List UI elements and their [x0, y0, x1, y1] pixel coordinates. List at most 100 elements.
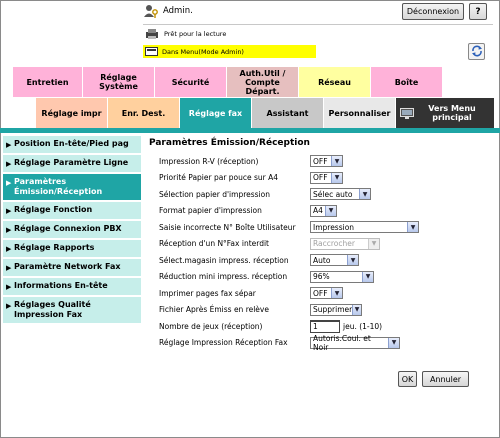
field-label: Réduction mini impress. réception — [159, 272, 288, 282]
tab-personnaliser[interactable]: Personnaliser — [324, 98, 396, 128]
sidebar-item-informations-entete[interactable]: ▶ Informations En-tête — [3, 278, 141, 297]
chevron-down-icon: ▼ — [359, 189, 370, 200]
admin-mode-icon — [145, 47, 158, 56]
refresh-icon — [471, 45, 483, 59]
nombre-jeux-input[interactable]: 1 — [310, 319, 340, 333]
printer-icon — [145, 29, 159, 39]
chevron-down-icon: ▼ — [368, 238, 379, 249]
range-hint: jeu. (1-10) — [343, 321, 383, 331]
sidebar-item-emission-reception[interactable]: ▶ Paramètres Émission/Réception — [3, 174, 141, 202]
sidebar: ▶ Position En-tête/Pied pag ▶ Réglage Pa… — [3, 136, 141, 325]
field-label: Réglage Impression Réception Fax — [159, 338, 288, 348]
field-label: Format papier d'impression — [159, 206, 262, 216]
impression-rv-select[interactable]: OFF ▼ — [310, 155, 343, 168]
select-value: OFF — [313, 288, 328, 298]
triangle-right-icon: ▶ — [6, 264, 12, 272]
main-menu-button[interactable]: Vers Menu principal — [396, 98, 495, 128]
settings-panel: Paramètres Émission/Réception Impression… — [149, 138, 494, 352]
form-row: Nombre de jeux (réception) 1 jeu. (1-10) — [149, 318, 494, 335]
category-tabs: Entretien Réglage Système Sécurité Auth.… — [13, 67, 443, 97]
admin-label: Admin. — [163, 6, 193, 16]
tab-assistant[interactable]: Assistant — [252, 98, 324, 128]
tab-auth-util[interactable]: Auth.Util / Compte Départ. — [227, 67, 299, 97]
select-value: Raccrocher — [313, 239, 355, 249]
sidebar-item-label: Réglage Connexion PBX — [14, 224, 122, 233]
tab-securite[interactable]: Sécurité — [155, 67, 227, 97]
saisie-incorrecte-select[interactable]: Impression ▼ — [310, 221, 419, 234]
sidebar-item-parametre-ligne[interactable]: ▶ Réglage Paramètre Ligne — [3, 155, 141, 174]
format-papier-select[interactable]: A4 ▼ — [310, 204, 337, 217]
logout-button[interactable]: Déconnexion — [402, 3, 464, 20]
field-label: Imprimer pages fax sépar — [159, 288, 256, 298]
sidebar-item-reglage-fonction[interactable]: ▶ Réglage Fonction — [3, 202, 141, 221]
select-value: Sélec auto — [313, 189, 353, 199]
sidebar-item-position-entete[interactable]: ▶ Position En-tête/Pied pag — [3, 136, 141, 155]
tab-underline — [0, 128, 500, 133]
tab-reseau[interactable]: Réseau — [299, 67, 371, 97]
function-tabs: Réglage impr Enr. Dest. Réglage fax Assi… — [36, 98, 495, 128]
field-label: Impression R-V (réception) — [159, 156, 259, 166]
form-actions: OK Annuler — [398, 371, 469, 387]
form-row: Sélect.magasin impress. réception Auto ▼ — [149, 252, 494, 269]
sidebar-item-label: Réglage Rapports — [14, 243, 95, 252]
tab-reglage-systeme[interactable]: Réglage Système — [83, 67, 155, 97]
chevron-down-icon: ▼ — [407, 222, 418, 233]
select-value: Impression — [313, 222, 355, 232]
cancel-button[interactable]: Annuler — [422, 371, 469, 387]
help-button[interactable]: ? — [469, 3, 487, 20]
fichier-apres-emiss-select[interactable]: Supprimer ▼ — [310, 303, 362, 316]
triangle-right-icon: ▶ — [6, 141, 12, 149]
form-row: Fichier Après Émiss en relève Supprimer … — [149, 302, 494, 319]
chevron-down-icon: ▼ — [331, 288, 342, 299]
select-value: OFF — [313, 156, 328, 166]
tab-entretien[interactable]: Entretien — [13, 67, 83, 97]
tab-reglage-fax[interactable]: Réglage fax — [180, 98, 252, 128]
header-divider — [143, 24, 493, 25]
form-row: Saisie incorrecte N° Boîte Utilisateur I… — [149, 219, 494, 236]
select-value: A4 — [313, 206, 323, 216]
tab-enr-dest[interactable]: Enr. Dest. — [108, 98, 180, 128]
triangle-right-icon: ▶ — [6, 160, 12, 168]
chevron-down-icon: ▼ — [331, 156, 342, 167]
triangle-right-icon: ▶ — [6, 245, 12, 253]
monitor-icon — [400, 107, 414, 119]
tab-reglage-impr[interactable]: Réglage impr — [36, 98, 108, 128]
chevron-down-icon: ▼ — [352, 304, 361, 315]
triangle-right-icon: ▶ — [6, 179, 12, 187]
sidebar-item-label: Position En-tête/Pied pag — [14, 139, 129, 148]
field-label: Réception d'un N°Fax interdit — [159, 239, 269, 249]
sidebar-item-label: Paramètres Émission/Réception — [14, 177, 103, 196]
form-row: Format papier d'impression A4 ▼ — [149, 203, 494, 220]
form-row: Réduction mini impress. réception 96% ▼ — [149, 269, 494, 286]
form-row: Réglage Impression Réception Fax Autoris… — [149, 334, 494, 352]
help-icon: ? — [475, 6, 481, 17]
sidebar-item-label: Réglage Paramètre Ligne — [14, 158, 129, 167]
impression-reception-select[interactable]: Autoris.Coul. et Noir ▼ — [310, 334, 400, 352]
reduction-mini-select[interactable]: 96% ▼ — [310, 270, 374, 283]
triangle-right-icon: ▶ — [6, 283, 12, 291]
sidebar-item-network-fax[interactable]: ▶ Paramètre Network Fax — [3, 259, 141, 278]
select-value: OFF — [313, 173, 328, 183]
select-value: Auto — [313, 255, 331, 265]
tab-boite[interactable]: Boîte — [371, 67, 443, 97]
select-value: Supprimer — [313, 305, 353, 315]
pages-fax-separ-select[interactable]: OFF ▼ — [310, 287, 343, 300]
sidebar-item-qualite-impression[interactable]: ▶ Réglages Qualité Impression Fax — [3, 297, 141, 325]
sidebar-item-label: Réglages Qualité Impression Fax — [14, 300, 91, 319]
triangle-right-icon: ▶ — [6, 207, 12, 215]
form-row: Sélection papier d'impression Sélec auto… — [149, 186, 494, 203]
form-row: Impression R-V (réception) OFF ▼ — [149, 153, 494, 170]
chevron-down-icon: ▼ — [331, 172, 342, 183]
form-row: Réception d'un N°Fax interdit Raccrocher… — [149, 236, 494, 253]
priorite-papier-select[interactable]: OFF ▼ — [310, 171, 343, 184]
sidebar-item-reglage-rapports[interactable]: ▶ Réglage Rapports — [3, 240, 141, 259]
sidebar-item-connexion-pbx[interactable]: ▶ Réglage Connexion PBX — [3, 221, 141, 240]
triangle-right-icon: ▶ — [6, 302, 12, 310]
refresh-button[interactable] — [468, 43, 485, 60]
ok-button[interactable]: OK — [398, 371, 417, 387]
mode-indicator: Dans Menu(Mode Admin) — [143, 45, 316, 58]
main-menu-label: Vers Menu principal — [428, 104, 476, 122]
field-label: Sélection papier d'impression — [159, 189, 270, 199]
selection-papier-select[interactable]: Sélec auto ▼ — [310, 188, 371, 201]
select-magasin-select[interactable]: Auto ▼ — [310, 254, 359, 267]
